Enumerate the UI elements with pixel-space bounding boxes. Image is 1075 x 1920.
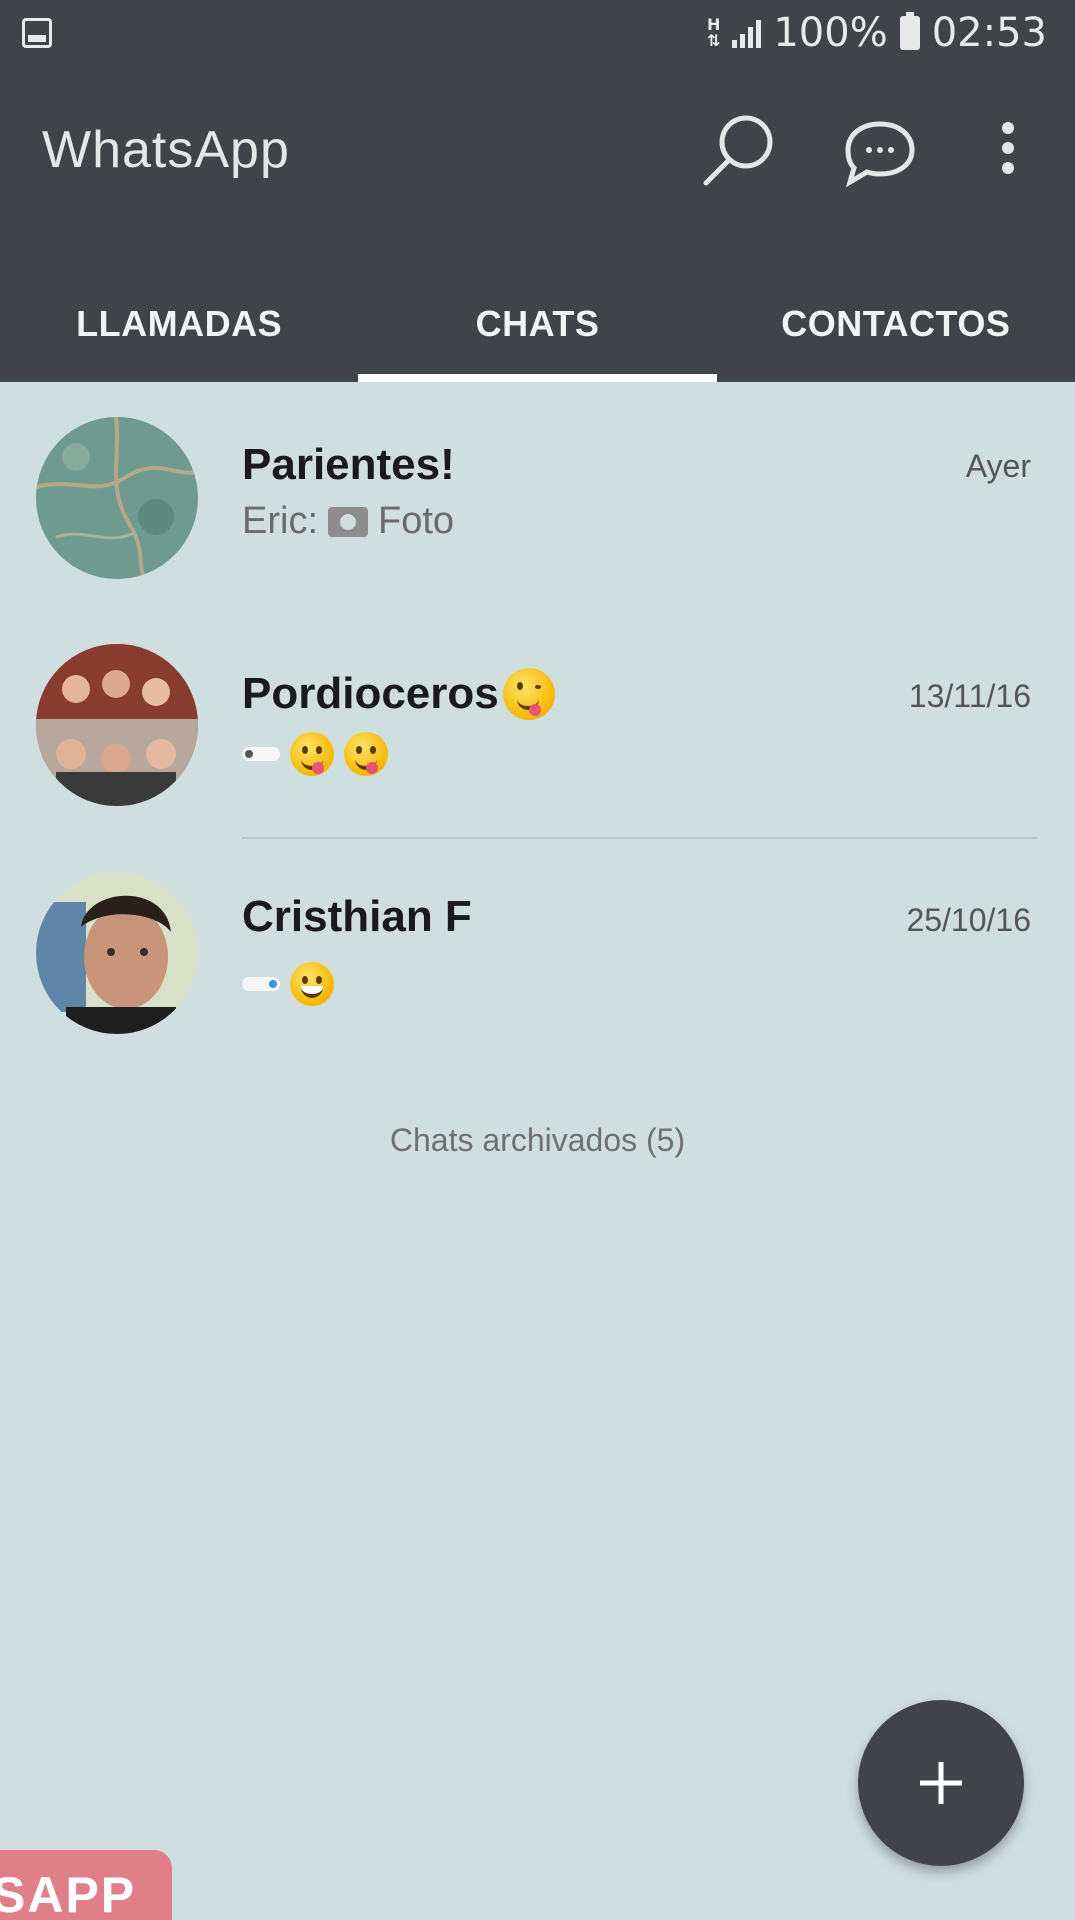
- search-icon: [703, 115, 773, 186]
- battery-percent: 100%: [773, 10, 888, 56]
- network-arrows-icon: ⇅: [706, 31, 721, 50]
- chat-name: Pordioceros: [242, 669, 499, 718]
- message-text: Foto: [378, 500, 455, 542]
- winking-tongue-emoji-icon: [502, 668, 555, 720]
- chat-row-pordioceros[interactable]: Pordioceros 13/11/16: [0, 610, 1075, 830]
- clock: 02:53: [931, 10, 1047, 56]
- search-button[interactable]: [700, 110, 780, 190]
- chat-name: Parientes!: [242, 440, 455, 489]
- chat-time: 13/11/16: [908, 678, 1031, 714]
- message-sender: Eric:: [242, 500, 318, 542]
- chat-bubble-icon: [845, 121, 915, 188]
- tab-contactos[interactable]: CONTACTOS: [717, 266, 1075, 382]
- avatar: [36, 644, 198, 806]
- yum-face-emoji-icon: [290, 732, 334, 776]
- more-vertical-icon: [1002, 122, 1014, 174]
- avatar: [36, 872, 198, 1034]
- chat-name-wrap: Pordioceros: [242, 668, 555, 720]
- tab-llamadas[interactable]: LLAMADAS: [0, 266, 358, 382]
- plus-icon: [920, 1762, 962, 1804]
- app-bar: WhatsApp LLAMADAS CHATS CONTACTOS: [0, 66, 1075, 382]
- chat-preview: [242, 962, 334, 1006]
- archived-chats-link[interactable]: Chats archivados (5): [0, 1122, 1075, 1159]
- signal-icon: [732, 18, 762, 48]
- message-status-icon: [242, 747, 280, 761]
- chat-time: Ayer: [965, 448, 1031, 484]
- status-bar: H ⇅ 100% 02:53: [0, 0, 1075, 66]
- yum-face-emoji-icon: [344, 732, 388, 776]
- chat-preview: [242, 732, 388, 776]
- overlay-badge-text: SAPP: [0, 1867, 137, 1920]
- chat-preview: Eric: Foto: [242, 500, 454, 543]
- camera-icon: [328, 506, 368, 537]
- status-chat-button[interactable]: [840, 110, 920, 190]
- new-chat-fab[interactable]: [858, 1700, 1024, 1866]
- chat-row-parientes[interactable]: Parientes! Ayer Eric: Foto: [0, 382, 1075, 602]
- tab-chats[interactable]: CHATS: [358, 266, 717, 382]
- message-status-icon: [242, 977, 280, 991]
- avatar: [36, 417, 198, 579]
- grinning-sweat-emoji-icon: [290, 962, 334, 1006]
- chat-row-cristhian[interactable]: Cristhian F 25/10/16: [0, 838, 1075, 1058]
- status-indicators: H ⇅ 100% 02:53: [707, 8, 1047, 58]
- overflow-menu-button[interactable]: [978, 110, 1038, 190]
- overlay-badge: SAPP: [0, 1850, 172, 1920]
- image-notification-icon: [22, 18, 52, 48]
- battery-icon: [899, 12, 920, 50]
- chat-time: 25/10/16: [906, 902, 1031, 938]
- chat-name: Cristhian F: [242, 892, 472, 941]
- tab-bar: LLAMADAS CHATS CONTACTOS: [0, 266, 1075, 382]
- network-type-icon: H ⇅: [707, 17, 720, 49]
- app-title: WhatsApp: [42, 121, 290, 179]
